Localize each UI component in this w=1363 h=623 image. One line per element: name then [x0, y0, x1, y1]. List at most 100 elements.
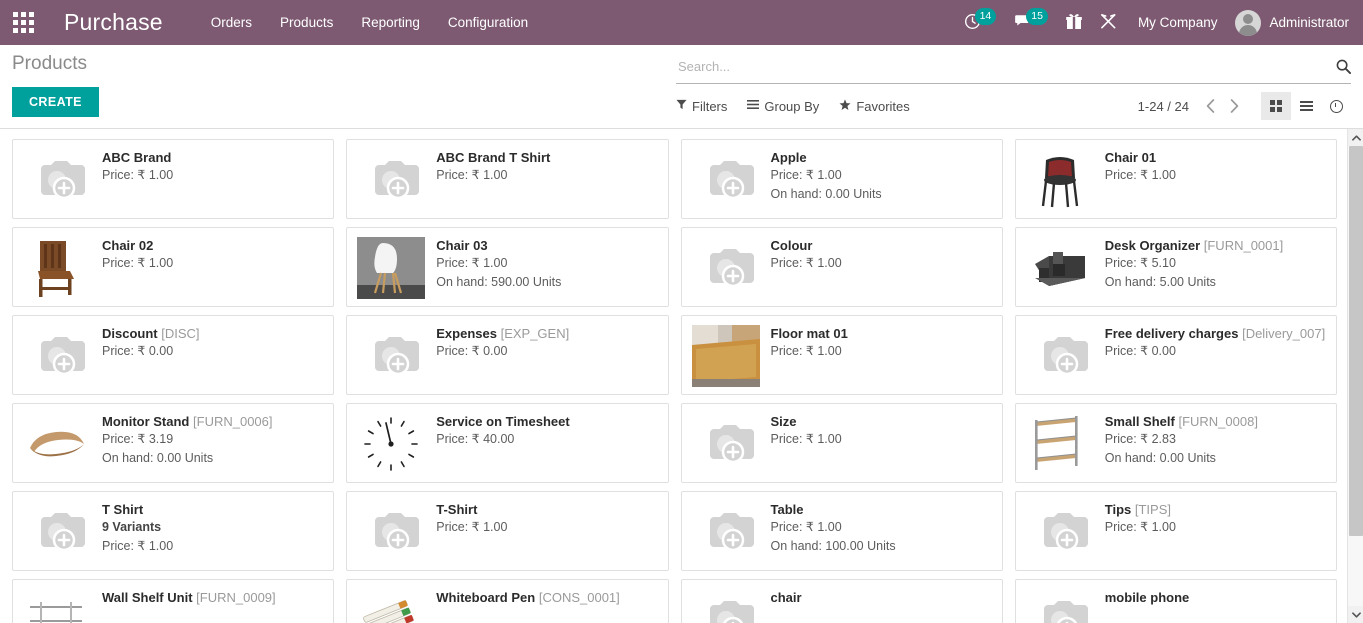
- product-image: [355, 324, 427, 388]
- filters-dropdown[interactable]: Filters: [676, 99, 727, 114]
- product-name-text: mobile phone: [1105, 590, 1190, 605]
- product-price: Price: ₹ 1.00: [771, 430, 842, 449]
- product-name-text: Tips: [1105, 502, 1132, 517]
- product-reference-code: [CONS_0001]: [539, 590, 620, 605]
- menu-item-products[interactable]: Products: [266, 0, 347, 45]
- product-price: Price: ₹ 2.83: [1105, 430, 1258, 449]
- product-image: [355, 500, 427, 564]
- view-activity-button[interactable]: [1321, 92, 1351, 120]
- product-image: [690, 500, 762, 564]
- user-menu[interactable]: Administrator: [1229, 0, 1349, 45]
- product-card-body: T-ShirtPrice: ₹ 1.00: [436, 500, 507, 537]
- messages-menu-button[interactable]: 15: [1005, 0, 1057, 45]
- create-button[interactable]: CREATE: [12, 87, 99, 117]
- product-card[interactable]: Whiteboard Pen [CONS_0001]: [346, 579, 668, 623]
- tools-wrench-icon: [1100, 13, 1117, 33]
- product-card[interactable]: Wall Shelf Unit [FURN_0009]: [12, 579, 334, 623]
- product-name: Chair 02: [102, 238, 173, 254]
- product-card-body: Service on TimesheetPrice: ₹ 40.00: [436, 412, 569, 449]
- product-name-text: T Shirt: [102, 502, 143, 517]
- product-price: Price: ₹ 1.00: [436, 254, 561, 273]
- product-name: Service on Timesheet: [436, 414, 569, 430]
- product-name: Small Shelf [FURN_0008]: [1105, 414, 1258, 430]
- product-variants-count[interactable]: 9 Variants: [102, 518, 173, 537]
- product-card[interactable]: Chair 03Price: ₹ 1.00On hand: 590.00 Uni…: [346, 227, 668, 307]
- developer-tools-button[interactable]: [1091, 0, 1126, 45]
- product-card[interactable]: Chair 01Price: ₹ 1.00: [1015, 139, 1337, 219]
- product-card[interactable]: Chair 02Price: ₹ 1.00: [12, 227, 334, 307]
- product-price: Price: ₹ 0.00: [1105, 342, 1325, 361]
- product-name: mobile phone: [1105, 590, 1190, 606]
- product-name-text: Chair 03: [436, 238, 487, 253]
- app-brand-title: Purchase: [64, 9, 163, 36]
- scrollbar-thumb[interactable]: [1349, 146, 1363, 536]
- product-card[interactable]: Small Shelf [FURN_0008]Price: ₹ 2.83On h…: [1015, 403, 1337, 483]
- product-name: Discount [DISC]: [102, 326, 200, 342]
- product-price: Price: ₹ 1.00: [771, 254, 842, 273]
- view-kanban-button[interactable]: [1261, 92, 1291, 120]
- product-card[interactable]: T-ShirtPrice: ₹ 1.00: [346, 491, 668, 571]
- product-image: [355, 236, 427, 300]
- pager-area: 1-24 / 24: [1138, 92, 1351, 120]
- product-image: [21, 500, 93, 564]
- pager-count[interactable]: 1-24 / 24: [1138, 99, 1189, 114]
- gift-box-icon: [1066, 13, 1082, 33]
- search-icon[interactable]: [1336, 59, 1351, 74]
- product-card-body: Free delivery charges [Delivery_007]Pric…: [1105, 324, 1325, 361]
- product-card[interactable]: Desk Organizer [FURN_0001]Price: ₹ 5.10O…: [1015, 227, 1337, 307]
- top-navbar: Purchase Orders Products Reporting Confi…: [0, 0, 1363, 45]
- menu-item-configuration[interactable]: Configuration: [434, 0, 542, 45]
- product-name: Whiteboard Pen [CONS_0001]: [436, 590, 620, 606]
- search-input[interactable]: [676, 59, 1336, 74]
- menu-item-orders[interactable]: Orders: [197, 0, 266, 45]
- product-card[interactable]: TablePrice: ₹ 1.00On hand: 100.00 Units: [681, 491, 1003, 571]
- product-name-text: Table: [771, 502, 804, 517]
- product-card-body: Wall Shelf Unit [FURN_0009]: [102, 588, 276, 606]
- pager-next-button[interactable]: [1223, 93, 1245, 119]
- product-card[interactable]: SizePrice: ₹ 1.00: [681, 403, 1003, 483]
- product-card[interactable]: Floor mat 01Price: ₹ 1.00: [681, 315, 1003, 395]
- product-card[interactable]: chair: [681, 579, 1003, 623]
- product-card[interactable]: Tips [TIPS]Price: ₹ 1.00: [1015, 491, 1337, 571]
- product-price: Price: ₹ 1.00: [102, 537, 173, 556]
- product-price: Price: ₹ 0.00: [436, 342, 569, 361]
- menu-item-reporting[interactable]: Reporting: [347, 0, 434, 45]
- product-name-text: Colour: [771, 238, 813, 253]
- activities-menu-button[interactable]: 14: [955, 0, 1006, 45]
- scroll-down-arrow-icon[interactable]: [1348, 606, 1363, 623]
- product-reference-code: [Delivery_007]: [1242, 326, 1325, 341]
- product-card[interactable]: Service on TimesheetPrice: ₹ 40.00: [346, 403, 668, 483]
- gift-menu-button[interactable]: [1057, 0, 1091, 45]
- product-card[interactable]: ABC Brand T ShirtPrice: ₹ 1.00: [346, 139, 668, 219]
- product-reference-code: [FURN_0006]: [193, 414, 272, 429]
- vertical-scrollbar[interactable]: [1347, 129, 1363, 623]
- product-reference-code: [FURN_0009]: [196, 590, 275, 605]
- product-card-body: Whiteboard Pen [CONS_0001]: [436, 588, 620, 606]
- product-card-body: Discount [DISC]Price: ₹ 0.00: [102, 324, 200, 361]
- view-list-button[interactable]: [1291, 92, 1321, 120]
- control-panel: Products CREATE Filters: [0, 45, 1363, 129]
- apps-menu-button[interactable]: [0, 0, 46, 45]
- scroll-up-arrow-icon[interactable]: [1348, 129, 1363, 146]
- product-card[interactable]: ColourPrice: ₹ 1.00: [681, 227, 1003, 307]
- product-name-text: Discount: [102, 326, 158, 341]
- activity-clock-icon: [1330, 100, 1343, 113]
- product-card[interactable]: Discount [DISC]Price: ₹ 0.00: [12, 315, 334, 395]
- product-name: Colour: [771, 238, 842, 254]
- product-card[interactable]: Expenses [EXP_GEN]Price: ₹ 0.00: [346, 315, 668, 395]
- product-card[interactable]: Monitor Stand [FURN_0006]Price: ₹ 3.19On…: [12, 403, 334, 483]
- product-card[interactable]: Free delivery charges [Delivery_007]Pric…: [1015, 315, 1337, 395]
- product-name-text: Small Shelf: [1105, 414, 1175, 429]
- product-card[interactable]: mobile phone: [1015, 579, 1337, 623]
- company-switcher[interactable]: My Company: [1126, 0, 1230, 45]
- product-card-body: Expenses [EXP_GEN]Price: ₹ 0.00: [436, 324, 569, 361]
- product-card[interactable]: ApplePrice: ₹ 1.00On hand: 0.00 Units: [681, 139, 1003, 219]
- favorites-dropdown[interactable]: Favorites: [839, 99, 909, 114]
- pager-previous-button[interactable]: [1199, 93, 1221, 119]
- product-card[interactable]: ABC BrandPrice: ₹ 1.00: [12, 139, 334, 219]
- product-name: ABC Brand T Shirt: [436, 150, 550, 166]
- product-card-body: ColourPrice: ₹ 1.00: [771, 236, 842, 273]
- product-card-body: ApplePrice: ₹ 1.00On hand: 0.00 Units: [771, 148, 882, 204]
- product-card[interactable]: T Shirt9 VariantsPrice: ₹ 1.00: [12, 491, 334, 571]
- group-by-dropdown[interactable]: Group By: [747, 99, 819, 114]
